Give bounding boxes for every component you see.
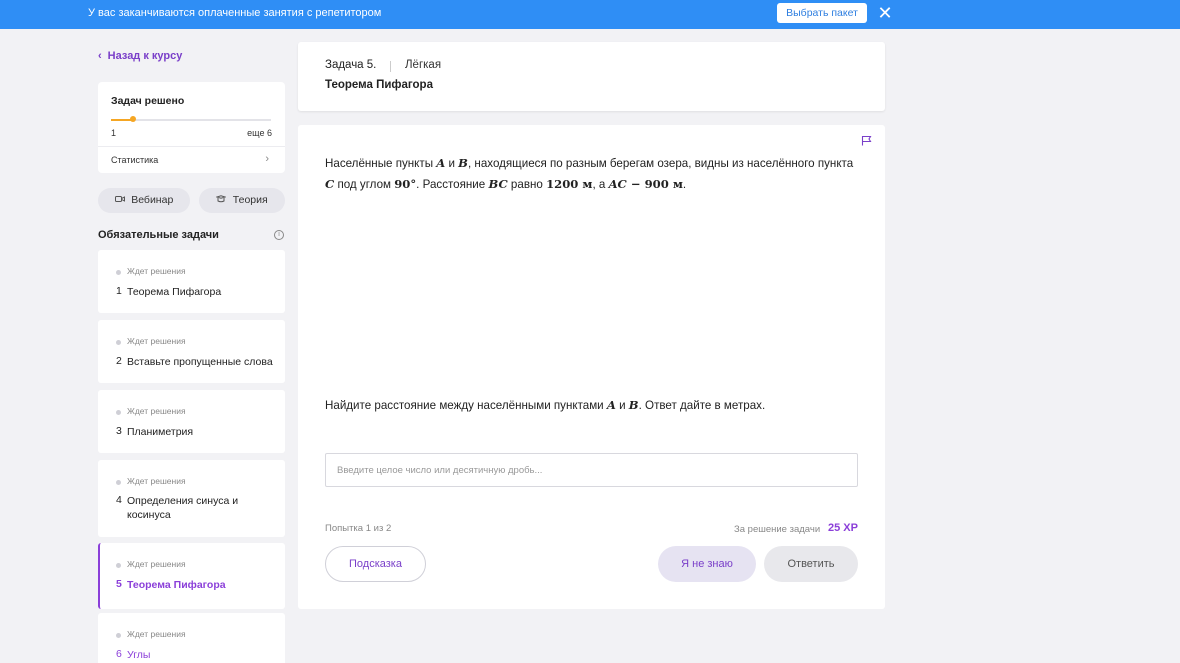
text: равно bbox=[507, 178, 547, 191]
problem-statement: Населённые пункты A и B, находящиеся по … bbox=[325, 153, 865, 195]
banner-text: У вас заканчиваются оплаченные занятия с… bbox=[88, 7, 382, 19]
task-item-2[interactable]: Ждет решения 2 Вставьте пропущенные слов… bbox=[98, 320, 285, 383]
task-item-4[interactable]: Ждет решения 4 Определения синуса и коси… bbox=[98, 460, 285, 537]
attempt-counter: Попытка 1 из 2 bbox=[325, 523, 392, 534]
text: и bbox=[445, 157, 459, 170]
hint-button[interactable]: Подсказка bbox=[325, 546, 426, 582]
task-number: 3 bbox=[116, 425, 122, 437]
text: , находящиеся по разным берегам озера, в… bbox=[467, 157, 854, 170]
status-dot bbox=[116, 480, 121, 485]
status-dot bbox=[116, 410, 121, 415]
task-number: 4 bbox=[116, 494, 122, 506]
task-header: Задача 5. Лёгкая Теорема Пифагора bbox=[298, 42, 885, 111]
submit-answer-button[interactable]: Ответить bbox=[764, 546, 858, 582]
chevron-right-icon: › bbox=[265, 153, 269, 165]
task-status: Ждет решения bbox=[127, 266, 186, 276]
math-value: 90° bbox=[394, 177, 417, 191]
status-dot bbox=[116, 563, 121, 568]
text: . Ответ дайте в метрах. bbox=[638, 399, 766, 412]
question-text: Найдите расстояние между населёнными пун… bbox=[325, 398, 865, 412]
theory-label: Теория bbox=[232, 194, 268, 206]
section-title: Обязательные задачи bbox=[98, 229, 219, 241]
task-number: 2 bbox=[116, 355, 122, 367]
task-status: Ждет решения bbox=[127, 559, 186, 569]
info-icon[interactable]: i bbox=[274, 230, 284, 240]
text: Найдите расстояние между населёнными пун… bbox=[325, 399, 607, 412]
task-title: Вставьте пропущенные слова bbox=[127, 356, 273, 368]
task-topic: Теорема Пифагора bbox=[325, 79, 433, 91]
difficulty-label: Лёгкая bbox=[405, 59, 442, 71]
statistics-label: Статистика bbox=[111, 155, 159, 165]
text: . Расстояние bbox=[416, 178, 489, 191]
back-to-course-link[interactable]: ‹ Назад к курсу bbox=[98, 50, 182, 62]
task-item-3[interactable]: Ждет решения 3 Планиметрия bbox=[98, 390, 285, 453]
divider bbox=[390, 61, 391, 72]
reward-label: За решение задачи bbox=[734, 524, 821, 535]
status-dot bbox=[116, 633, 121, 638]
math-var: A bbox=[436, 156, 446, 170]
status-dot bbox=[116, 340, 121, 345]
book-icon bbox=[215, 195, 229, 205]
text: под углом bbox=[334, 178, 395, 191]
task-number-label: Задача 5. bbox=[325, 59, 377, 71]
reward-value: 25 XP bbox=[828, 522, 858, 534]
progress-marker bbox=[130, 116, 136, 122]
task-title: Теорема Пифагора bbox=[127, 286, 222, 298]
choose-package-button[interactable]: Выбрать пакет bbox=[777, 3, 867, 23]
math-var: B bbox=[458, 156, 468, 170]
close-icon[interactable]: ✕ bbox=[876, 4, 894, 22]
task-item-5[interactable]: Ждет решения 5 Теорема Пифагора bbox=[98, 543, 285, 609]
status-dot bbox=[116, 270, 121, 275]
task-status: Ждет решения bbox=[127, 336, 186, 346]
text: Населённые пункты bbox=[325, 157, 437, 170]
task-status: Ждет решения bbox=[127, 406, 186, 416]
task-title: Теорема Пифагора bbox=[127, 579, 226, 591]
text: , а bbox=[592, 178, 609, 191]
math-var: A bbox=[606, 398, 616, 412]
camera-icon bbox=[114, 195, 128, 205]
statistics-link[interactable]: Статистика › bbox=[98, 147, 285, 173]
math-value: 900 м bbox=[644, 177, 683, 191]
math-value: 1200 м bbox=[546, 177, 593, 191]
math-var: B bbox=[628, 398, 639, 412]
task-number: 5 bbox=[116, 578, 122, 590]
task-number: 1 bbox=[116, 285, 122, 297]
progress-card: Задач решено 1 еще 6 Статистика › bbox=[98, 82, 285, 173]
theory-button[interactable]: Теория bbox=[199, 188, 285, 213]
text: . bbox=[682, 178, 687, 191]
notification-banner: У вас заканчиваются оплаченные занятия с… bbox=[0, 0, 1180, 29]
dont-know-button[interactable]: Я не знаю bbox=[658, 546, 756, 582]
math-operator: − bbox=[626, 177, 645, 191]
flag-icon[interactable] bbox=[861, 135, 872, 146]
solved-count: 1 bbox=[111, 128, 117, 138]
webinar-button[interactable]: Вебинар bbox=[98, 188, 190, 213]
chevron-left-icon: ‹ bbox=[98, 50, 102, 62]
task-title: Планиметрия bbox=[127, 426, 194, 438]
task-card: Населённые пункты A и B, находящиеся по … bbox=[298, 125, 885, 609]
back-label: Назад к курсу bbox=[107, 50, 183, 62]
answer-input[interactable] bbox=[325, 453, 858, 487]
webinar-label: Вебинар bbox=[131, 194, 174, 206]
task-title: Углы bbox=[127, 649, 151, 661]
math-var: C bbox=[325, 177, 335, 191]
progress-bar bbox=[111, 116, 271, 122]
math-var: BC bbox=[488, 177, 508, 191]
math-var: AC bbox=[608, 177, 627, 191]
task-number: 6 bbox=[116, 648, 122, 660]
text: и bbox=[615, 399, 629, 412]
task-item-6[interactable]: Ждет решения 6 Углы bbox=[98, 613, 285, 663]
progress-title: Задач решено bbox=[111, 95, 185, 107]
task-title: Определения синуса и косинуса bbox=[127, 495, 239, 521]
task-status: Ждет решения bbox=[127, 476, 186, 486]
remaining-count: еще 6 bbox=[247, 128, 272, 138]
task-item-1[interactable]: Ждет решения 1 Теорема Пифагора bbox=[98, 250, 285, 313]
task-status: Ждет решения bbox=[127, 629, 186, 639]
